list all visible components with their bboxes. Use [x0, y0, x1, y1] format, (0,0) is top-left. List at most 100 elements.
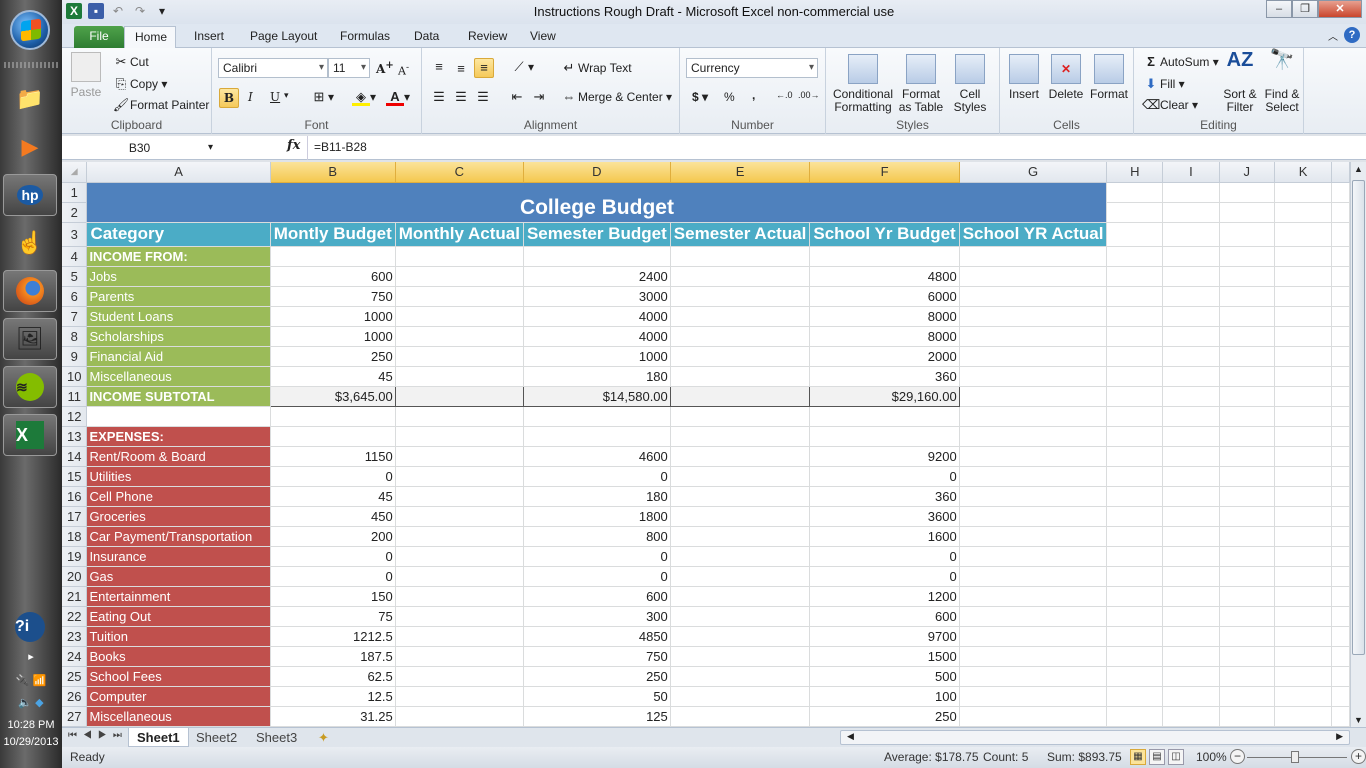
monthly-actual-cell[interactable]: [395, 646, 524, 667]
school-yr-budget-cell[interactable]: 0: [809, 466, 960, 487]
semester-actual-cell[interactable]: [670, 606, 811, 627]
monthly-actual-cell[interactable]: [395, 706, 524, 727]
underline-button[interactable]: U: [270, 90, 280, 104]
semester-budget-cell[interactable]: 4850: [523, 626, 671, 647]
category-cell[interactable]: Entertainment: [86, 586, 271, 607]
formula-input[interactable]: =B11-B28: [314, 140, 367, 154]
cell[interactable]: [1274, 546, 1333, 567]
cell[interactable]: [1219, 426, 1275, 447]
cell[interactable]: [1106, 566, 1164, 587]
row-header[interactable]: 8: [62, 326, 88, 347]
cell[interactable]: [1274, 306, 1333, 327]
cell[interactable]: [1162, 182, 1220, 203]
monthly-actual-cell[interactable]: [395, 466, 524, 487]
semester-budget-cell[interactable]: 1000: [523, 346, 671, 367]
header-semester-budget[interactable]: Semester Budget: [523, 222, 671, 247]
school-yr-budget-cell[interactable]: 4800: [809, 266, 960, 287]
monthly-actual-cell[interactable]: [395, 506, 524, 527]
taskbar-excel[interactable]: X: [3, 414, 57, 456]
row-header[interactable]: 3: [62, 222, 88, 247]
cell[interactable]: [809, 406, 960, 427]
font-name-select[interactable]: Calibri: [218, 58, 328, 78]
semester-budget-cell[interactable]: 0: [523, 466, 671, 487]
align-left-button[interactable]: ☰: [430, 88, 448, 106]
cell[interactable]: [1106, 426, 1164, 447]
scroll-left-icon[interactable]: ◀: [847, 731, 854, 742]
monthly-budget-cell[interactable]: 750: [270, 286, 396, 307]
cell[interactable]: [1106, 446, 1164, 467]
row-header[interactable]: 19: [62, 546, 88, 567]
cell[interactable]: [1219, 222, 1275, 247]
semester-budget-cell[interactable]: $14,580.00: [523, 385, 671, 407]
cell[interactable]: [959, 626, 1108, 647]
sheet-tab-sheet3[interactable]: Sheet3: [248, 728, 305, 747]
underline-dropdown[interactable]: ▾: [284, 90, 289, 101]
align-top-button[interactable]: ≡: [430, 58, 448, 76]
monthly-actual-cell[interactable]: [395, 286, 524, 307]
cell[interactable]: [1274, 486, 1333, 507]
row-header[interactable]: 7: [62, 306, 88, 327]
row-header[interactable]: 23: [62, 626, 88, 647]
cell[interactable]: [1106, 286, 1164, 307]
category-cell[interactable]: Books: [86, 646, 271, 667]
increase-decimal-button[interactable]: ←.0: [776, 90, 793, 100]
row-header[interactable]: 2: [62, 202, 88, 223]
school-yr-budget-cell[interactable]: 1600: [809, 526, 960, 547]
clock-date[interactable]: 10/29/2013: [0, 736, 62, 748]
cell[interactable]: [959, 666, 1108, 687]
monthly-budget-cell[interactable]: 0: [270, 546, 396, 567]
semester-budget-cell[interactable]: 0: [523, 566, 671, 587]
restore-button[interactable]: ❐: [1292, 0, 1318, 18]
cell[interactable]: [1331, 626, 1350, 647]
taskbar-photo[interactable]: 🖼: [3, 318, 57, 360]
column-header-c[interactable]: C: [395, 162, 524, 183]
cell[interactable]: [1162, 346, 1220, 367]
monthly-budget-cell[interactable]: 45: [270, 486, 396, 507]
cell[interactable]: [1219, 506, 1275, 527]
row-header[interactable]: 27: [62, 706, 88, 727]
cell[interactable]: [1106, 466, 1164, 487]
category-cell[interactable]: Miscellaneous: [86, 706, 271, 727]
cut-button[interactable]: ✂ Cut: [112, 53, 149, 71]
cell[interactable]: [1331, 306, 1350, 327]
semester-budget-cell[interactable]: 0: [523, 546, 671, 567]
cell[interactable]: [1274, 606, 1333, 627]
cell[interactable]: [1219, 486, 1275, 507]
row-header[interactable]: 16: [62, 486, 88, 507]
cell[interactable]: [1274, 586, 1333, 607]
monthly-budget-cell[interactable]: 450: [270, 506, 396, 527]
semester-actual-cell[interactable]: [670, 586, 811, 607]
copy-button[interactable]: ⎘ Copy ▾: [112, 75, 168, 93]
semester-actual-cell[interactable]: [670, 306, 811, 327]
monthly-budget-cell[interactable]: 0: [270, 466, 396, 487]
category-cell[interactable]: Groceries: [86, 506, 271, 527]
cell[interactable]: [1162, 386, 1220, 407]
cell[interactable]: [1219, 202, 1275, 223]
cell[interactable]: [1331, 222, 1350, 247]
semester-budget-cell[interactable]: 4000: [523, 326, 671, 347]
cell[interactable]: [1331, 326, 1350, 347]
cell[interactable]: [1274, 326, 1333, 347]
semester-budget-cell[interactable]: 4000: [523, 306, 671, 327]
cell[interactable]: [959, 406, 1108, 427]
cell[interactable]: [1274, 566, 1333, 587]
power-icon[interactable]: 🔌: [16, 675, 30, 687]
cell[interactable]: [1331, 386, 1350, 407]
category-cell[interactable]: Cell Phone: [86, 486, 271, 507]
school-yr-budget-cell[interactable]: 0: [809, 546, 960, 567]
insert-function-button[interactable]: fx: [287, 138, 300, 153]
align-middle-button[interactable]: ≡: [452, 60, 470, 78]
semester-actual-cell[interactable]: [670, 546, 811, 567]
name-box-dropdown[interactable]: ▾: [208, 138, 213, 158]
header-semester-actual[interactable]: Semester Actual: [670, 222, 811, 247]
category-cell[interactable]: INCOME SUBTOTAL: [86, 386, 271, 407]
semester-actual-cell[interactable]: [670, 526, 811, 547]
cell[interactable]: [1162, 666, 1220, 687]
monthly-actual-cell[interactable]: [395, 626, 524, 647]
semester-budget-cell[interactable]: 600: [523, 586, 671, 607]
cell[interactable]: [1219, 286, 1275, 307]
semester-budget-cell[interactable]: 125: [523, 706, 671, 727]
cell[interactable]: [1106, 386, 1164, 407]
cell[interactable]: [809, 426, 960, 447]
monthly-actual-cell[interactable]: [395, 566, 524, 587]
